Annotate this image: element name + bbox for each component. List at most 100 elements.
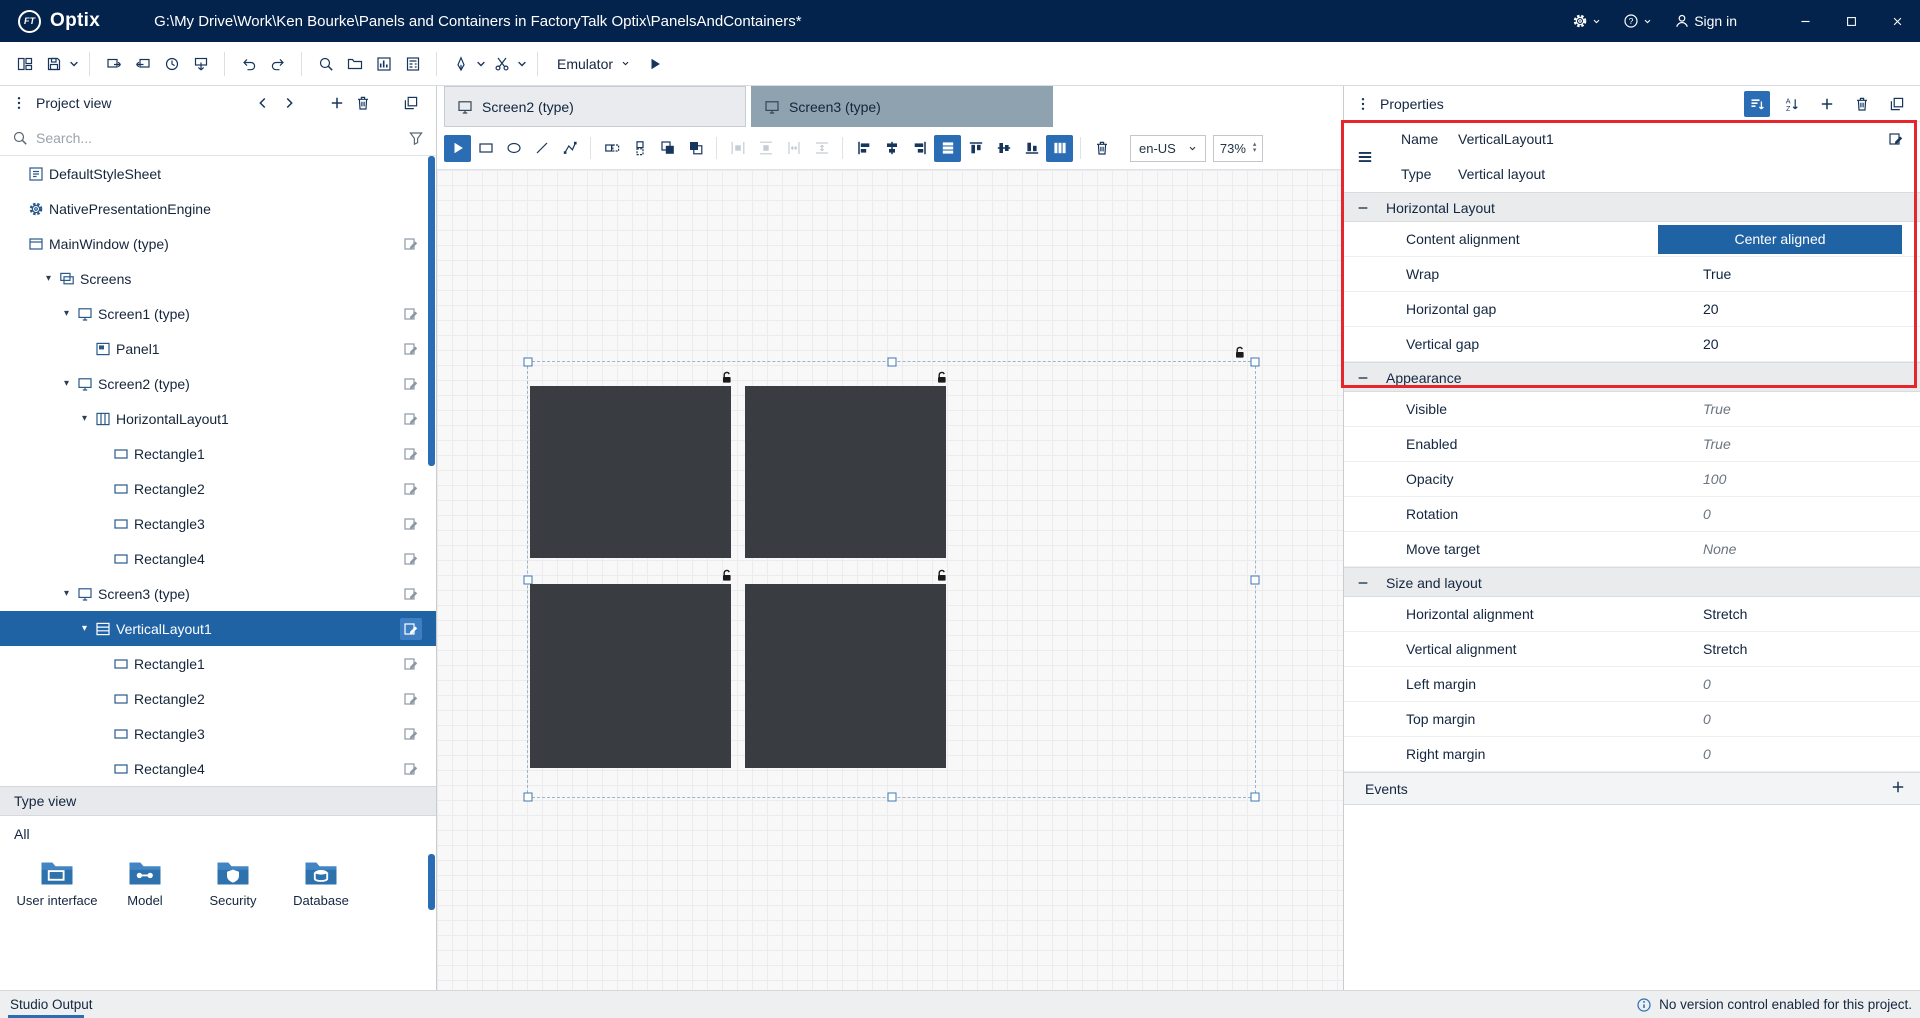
tree-item-rectangle3[interactable]: Rectangle3 xyxy=(0,716,436,751)
export-button[interactable] xyxy=(99,49,128,78)
save-menu-chevron-icon[interactable] xyxy=(68,49,80,78)
sign-in-button[interactable]: Sign in xyxy=(1663,0,1748,42)
tree-item-rectangle1[interactable]: Rectangle1 xyxy=(0,436,436,471)
lock-icon[interactable] xyxy=(936,371,949,384)
property-value[interactable]: True xyxy=(1703,392,1731,427)
filter-properties-button[interactable] xyxy=(1744,90,1770,117)
filter-icon[interactable] xyxy=(408,130,424,146)
canvas-rectangle-2[interactable] xyxy=(745,371,946,558)
undo-button[interactable] xyxy=(234,49,263,78)
panel-drag-handle-icon[interactable] xyxy=(6,90,32,116)
category-model[interactable]: Model xyxy=(102,856,188,909)
property-value-dropdown[interactable]: Center aligned xyxy=(1658,225,1902,254)
panel-drag-handle-icon[interactable] xyxy=(1350,91,1376,117)
tree-item-verticallayout1[interactable]: ▾ VerticalLayout1 xyxy=(0,611,436,646)
property-value[interactable]: 0 xyxy=(1703,737,1711,772)
studio-output-tab[interactable]: Studio Output xyxy=(8,991,95,1018)
zoom-spinner[interactable]: ▴ ▾ xyxy=(1253,141,1257,154)
canvas-rectangle-1[interactable] xyxy=(530,371,731,558)
redo-button[interactable] xyxy=(263,49,292,78)
cut-menu-chevron-icon[interactable] xyxy=(516,49,528,78)
category-security[interactable]: Security xyxy=(190,856,276,909)
duplicate-horizontal-button[interactable] xyxy=(598,135,625,162)
search-input[interactable] xyxy=(36,129,400,146)
play-mode-button[interactable] xyxy=(444,134,471,162)
history-button[interactable] xyxy=(157,49,186,78)
tree-item-rectangle3[interactable]: Rectangle3 xyxy=(0,506,436,541)
close-button[interactable] xyxy=(1874,0,1920,42)
navigate-forward-button[interactable] xyxy=(276,90,302,116)
delete-item-button[interactable] xyxy=(350,90,376,116)
property-value[interactable]: 0 xyxy=(1703,667,1711,702)
ellipse-tool-button[interactable] xyxy=(500,135,527,162)
lock-icon[interactable] xyxy=(1234,346,1247,359)
property-value[interactable]: None xyxy=(1703,532,1736,567)
design-canvas[interactable] xyxy=(437,170,1343,990)
selection-handle[interactable] xyxy=(887,792,896,802)
selection-handle[interactable] xyxy=(523,357,533,367)
maximize-button[interactable] xyxy=(1828,0,1874,42)
dock-panel-button[interactable] xyxy=(1884,91,1910,117)
line-tool-button[interactable] xyxy=(528,135,555,162)
tree-item-screen3-type[interactable]: ▾ Screen3 (type) xyxy=(0,576,436,611)
tree-item-rectangle2[interactable]: Rectangle2 xyxy=(0,471,436,506)
run-emulator-button[interactable] xyxy=(640,49,669,78)
events-section[interactable]: Events xyxy=(1344,772,1920,805)
property-value[interactable]: 0 xyxy=(1703,702,1711,737)
tree-item-nativepresentationengine[interactable]: NativePresentationEngine xyxy=(0,191,436,226)
expand-arrow-icon[interactable]: ▾ xyxy=(57,588,76,599)
chart-tool-button[interactable] xyxy=(369,49,398,78)
tree-item-horizontallayout1[interactable]: ▾ HorizontalLayout1 xyxy=(0,401,436,436)
dock-panel-button[interactable] xyxy=(398,90,424,116)
tree-scrollbar-thumb[interactable] xyxy=(428,156,435,466)
section-header-size-and-layout[interactable]: Size and layout xyxy=(1344,567,1920,597)
pen-menu-chevron-icon[interactable] xyxy=(475,49,487,78)
type-filter-all[interactable]: All xyxy=(14,826,432,842)
lock-icon[interactable] xyxy=(721,569,734,582)
category-database[interactable]: Database xyxy=(278,856,364,909)
selection-handle[interactable] xyxy=(887,357,896,367)
find-button[interactable] xyxy=(311,49,340,78)
selection-handle[interactable] xyxy=(523,575,533,584)
align-middle-button[interactable] xyxy=(990,135,1017,162)
delete-element-button[interactable] xyxy=(1088,135,1115,162)
add-item-button[interactable] xyxy=(324,90,350,116)
align-bottom-button[interactable] xyxy=(1018,135,1045,162)
property-value[interactable]: True xyxy=(1703,427,1731,462)
section-header-appearance[interactable]: Appearance xyxy=(1344,362,1920,392)
tab-screen3-type[interactable]: Screen3 (type) xyxy=(751,86,1053,127)
align-center-button[interactable] xyxy=(878,135,905,162)
property-value[interactable]: True xyxy=(1703,257,1731,292)
selection-handle[interactable] xyxy=(1250,792,1260,802)
tree-item-rectangle4[interactable]: Rectangle4 xyxy=(0,751,436,786)
delete-property-button[interactable] xyxy=(1849,91,1875,117)
property-value[interactable]: Stretch xyxy=(1703,597,1747,632)
help-button[interactable]: ? xyxy=(1612,0,1663,42)
open-folder-button[interactable] xyxy=(340,49,369,78)
section-header-horizontal-layout[interactable]: Horizontal Layout xyxy=(1344,192,1920,222)
edit-panel-icon[interactable] xyxy=(1888,131,1904,147)
save-button[interactable] xyxy=(39,49,68,78)
minimize-button[interactable] xyxy=(1782,0,1828,42)
tree-item-rectangle1[interactable]: Rectangle1 xyxy=(0,646,436,681)
tab-screen2-type[interactable]: Screen2 (type) xyxy=(444,86,746,127)
tree-item-defaultstylesheet[interactable]: DefaultStyleSheet xyxy=(0,156,436,191)
lock-icon[interactable] xyxy=(721,371,734,384)
rectangle-tool-button[interactable] xyxy=(472,135,499,162)
download-button[interactable] xyxy=(186,49,215,78)
lock-icon[interactable] xyxy=(936,569,949,582)
property-value[interactable]: 20 xyxy=(1703,292,1719,327)
expand-arrow-icon[interactable]: ▾ xyxy=(57,308,76,319)
align-right-button[interactable] xyxy=(906,135,933,162)
cut-tool-button[interactable] xyxy=(487,49,516,78)
duplicate-vertical-button[interactable] xyxy=(626,135,653,162)
property-value[interactable]: 100 xyxy=(1703,462,1726,497)
expand-arrow-icon[interactable]: ▾ xyxy=(75,413,94,424)
property-value[interactable]: 0 xyxy=(1703,497,1711,532)
emulator-select[interactable]: Emulator xyxy=(547,56,640,72)
tree-item-rectangle4[interactable]: Rectangle4 xyxy=(0,541,436,576)
new-project-button[interactable] xyxy=(10,49,39,78)
selection-handle[interactable] xyxy=(1250,357,1260,367)
property-value[interactable]: Stretch xyxy=(1703,632,1747,667)
add-property-button[interactable] xyxy=(1814,91,1840,117)
